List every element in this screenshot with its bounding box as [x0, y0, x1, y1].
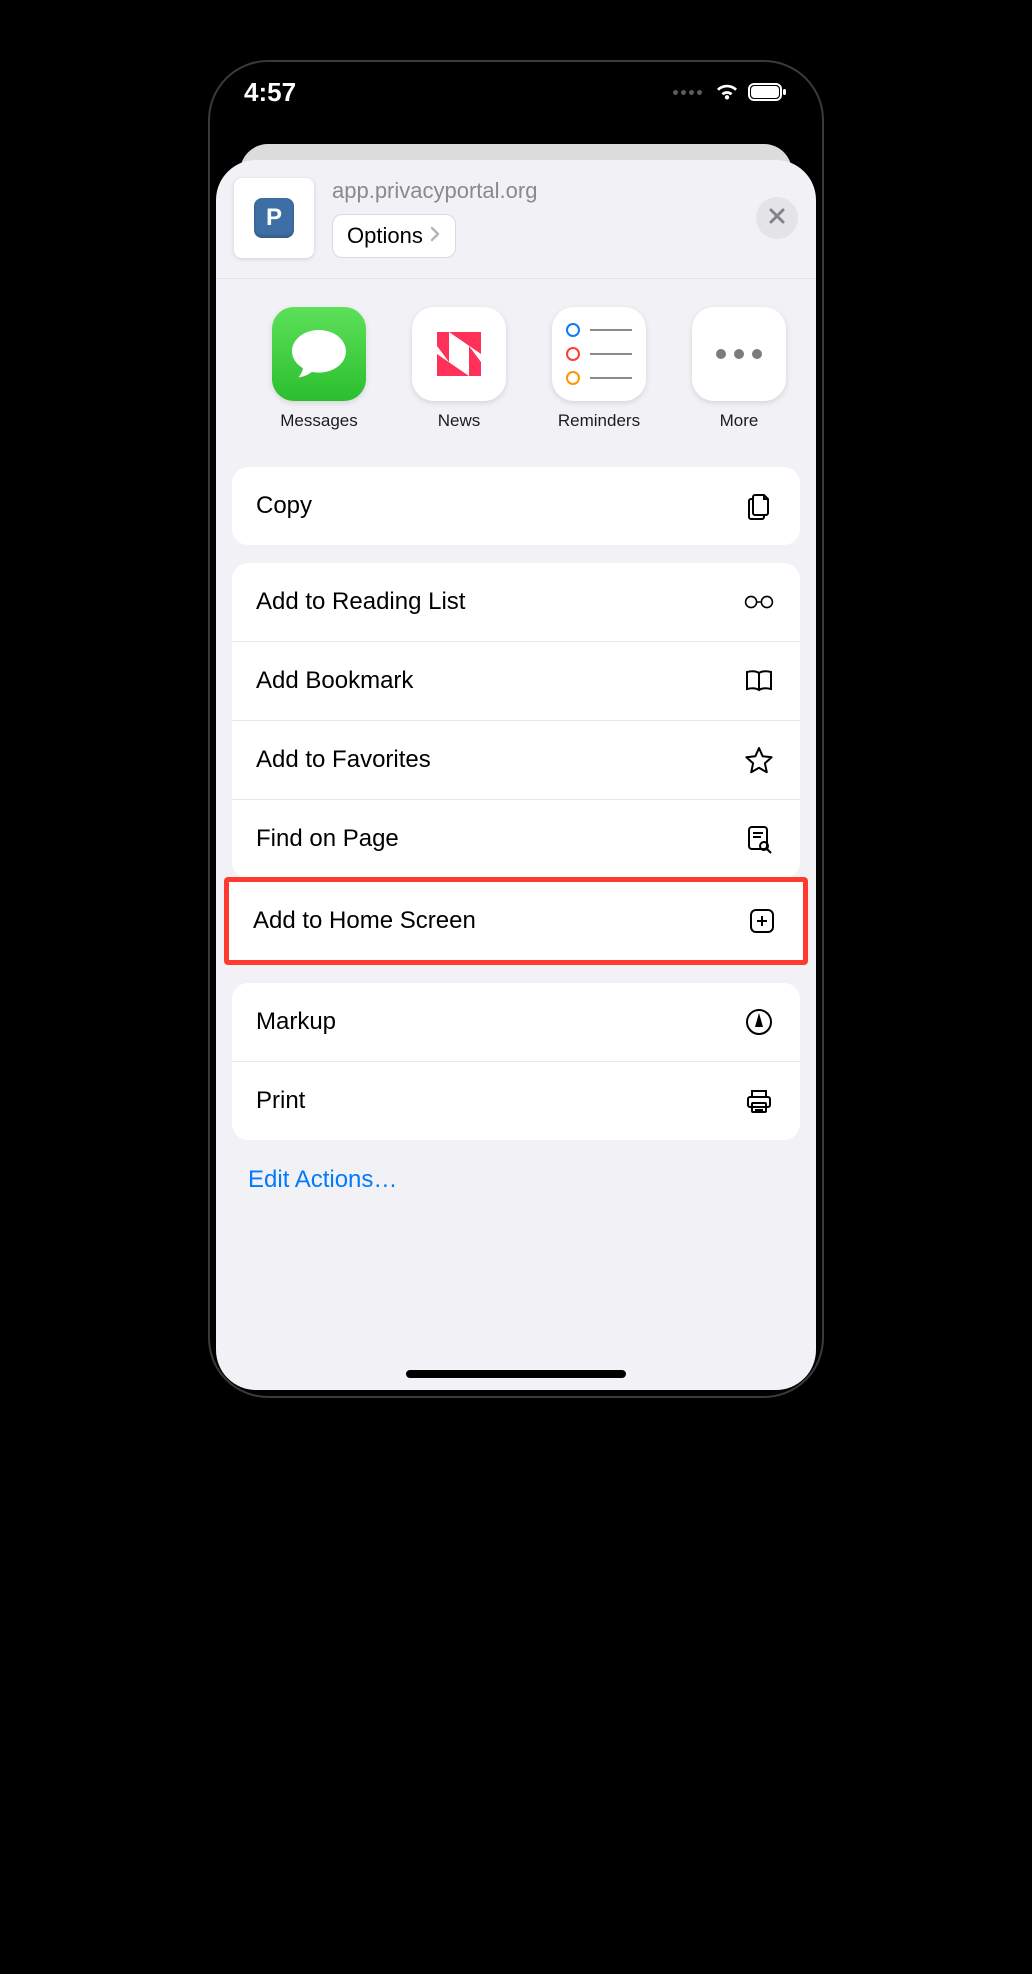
- share-app-news[interactable]: News: [412, 307, 506, 431]
- star-icon: [742, 743, 776, 777]
- wifi-icon: [714, 82, 740, 102]
- status-right: [673, 82, 788, 102]
- action-label: Print: [256, 1087, 305, 1115]
- share-apps-row: Messages News Reminders: [216, 279, 816, 449]
- close-button[interactable]: [756, 197, 798, 239]
- status-time: 4:57: [244, 77, 296, 108]
- action-add-favorites[interactable]: Add to Favorites: [232, 720, 800, 799]
- action-print[interactable]: Print: [232, 1061, 800, 1140]
- status-bar: 4:57: [210, 62, 822, 122]
- share-app-messages[interactable]: Messages: [272, 307, 366, 431]
- app-label: More: [720, 411, 759, 431]
- app-label: Reminders: [558, 411, 640, 431]
- action-find-on-page[interactable]: Find on Page: [232, 799, 800, 878]
- app-label: Messages: [280, 411, 357, 431]
- options-label: Options: [347, 223, 423, 249]
- find-icon: [742, 822, 776, 856]
- add-home-icon: [745, 904, 779, 938]
- news-icon: [412, 307, 506, 401]
- markup-icon: [742, 1005, 776, 1039]
- action-label: Add to Favorites: [256, 746, 431, 774]
- action-add-home-screen[interactable]: Add to Home Screen: [229, 882, 803, 960]
- sheet-header: P app.privacyportal.org Options: [216, 160, 816, 279]
- site-letter-badge: P: [254, 198, 294, 238]
- print-icon: [742, 1084, 776, 1118]
- more-icon: [692, 307, 786, 401]
- close-icon: [768, 205, 786, 231]
- action-label: Find on Page: [256, 825, 399, 853]
- action-group: Markup Print: [232, 983, 800, 1140]
- action-reading-list[interactable]: Add to Reading List: [232, 563, 800, 641]
- cellular-signal-icon: [673, 90, 702, 95]
- share-app-reminders[interactable]: Reminders: [552, 307, 646, 431]
- phone-frame: 4:57 P app.privacyportal.org Options: [208, 60, 824, 1398]
- site-thumbnail: P: [234, 178, 314, 258]
- share-sheet: P app.privacyportal.org Options: [216, 160, 816, 1390]
- reminders-icon: [552, 307, 646, 401]
- battery-icon: [748, 82, 788, 102]
- action-markup[interactable]: Markup: [232, 983, 800, 1061]
- glasses-icon: [742, 585, 776, 619]
- action-label: Add Bookmark: [256, 667, 413, 695]
- book-icon: [742, 664, 776, 698]
- highlighted-action: Add to Home Screen: [224, 877, 808, 965]
- chevron-right-icon: [429, 225, 441, 248]
- action-label: Markup: [256, 1008, 336, 1036]
- messages-icon: [272, 307, 366, 401]
- action-add-bookmark[interactable]: Add Bookmark: [232, 641, 800, 720]
- edit-actions-label: Edit Actions…: [248, 1166, 397, 1193]
- copy-icon: [742, 489, 776, 523]
- action-label: Add to Home Screen: [253, 907, 476, 935]
- share-app-more[interactable]: More: [692, 307, 786, 431]
- action-label: Copy: [256, 492, 312, 520]
- site-url: app.privacyportal.org: [332, 178, 738, 204]
- header-info: app.privacyportal.org Options: [332, 178, 738, 258]
- edit-actions-link[interactable]: Edit Actions…: [216, 1140, 816, 1220]
- action-copy[interactable]: Copy: [232, 467, 800, 545]
- action-group: Add to Reading List Add Bookmark Add to …: [232, 563, 800, 878]
- options-button[interactable]: Options: [332, 214, 456, 258]
- home-indicator[interactable]: [406, 1370, 626, 1378]
- action-group: Copy: [232, 467, 800, 545]
- app-label: News: [438, 411, 481, 431]
- action-label: Add to Reading List: [256, 588, 465, 616]
